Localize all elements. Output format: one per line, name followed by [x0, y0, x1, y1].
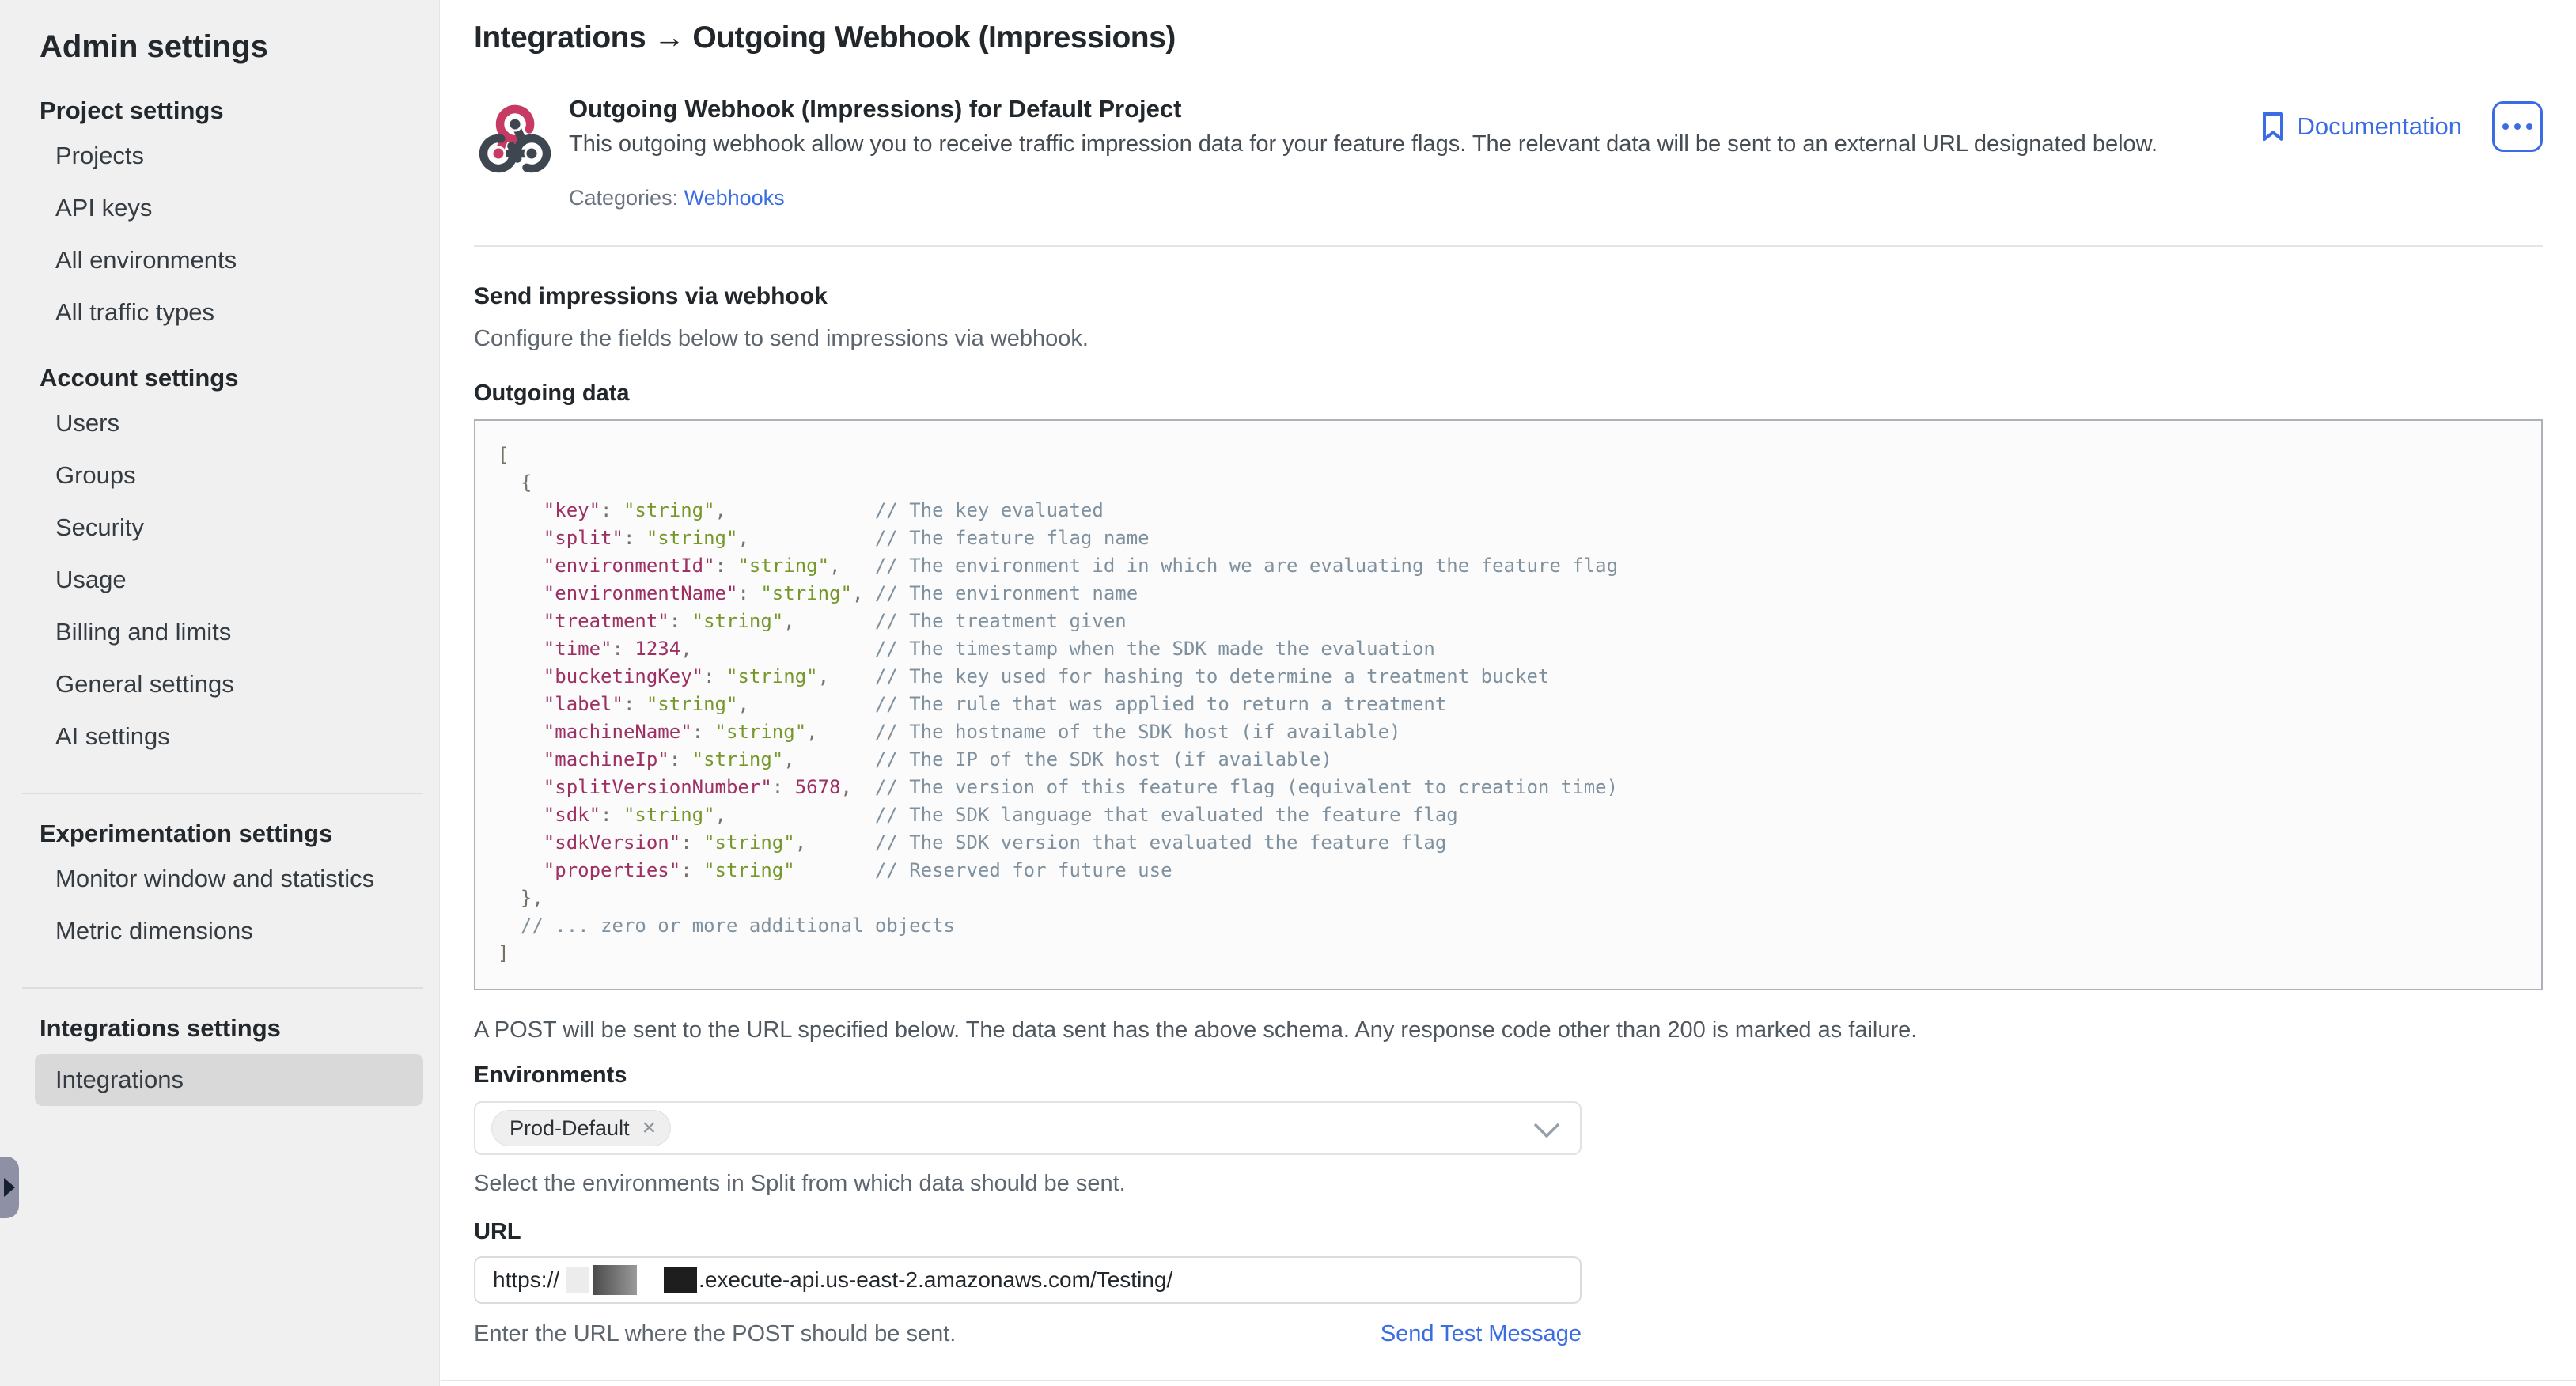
breadcrumb: Integrations → Outgoing Webhook (Impress…	[474, 21, 2543, 55]
environments-help: Select the environments in Split from wh…	[474, 1171, 2543, 1197]
url-suffix: .execute-api.us-east-2.amazonaws.com/Tes…	[699, 1267, 1172, 1293]
categories-webhooks-link[interactable]: Webhooks	[684, 186, 785, 210]
integration-info: Outgoing Webhook (Impressions) for Defau…	[569, 95, 2157, 210]
send-test-message-link[interactable]: Send Test Message	[1381, 1321, 1582, 1347]
main-content: Integrations → Outgoing Webhook (Impress…	[441, 0, 2576, 1386]
header-actions: Documentation	[2260, 101, 2543, 152]
url-redaction-block	[593, 1265, 637, 1295]
chevron-right-icon	[4, 1178, 15, 1197]
sidebar-collapse-handle[interactable]	[0, 1157, 19, 1218]
sidebar-item-projects[interactable]: Projects	[0, 130, 439, 182]
integration-header: Outgoing Webhook (Impressions) for Defau…	[474, 95, 2543, 210]
sidebar-item-usage[interactable]: Usage	[0, 554, 439, 606]
chevron-down-icon	[1532, 1122, 1561, 1139]
header-divider	[474, 245, 2543, 247]
code-schema: [ { "key": "string", // The key evaluate…	[498, 441, 2541, 968]
sidebar-item-general-settings[interactable]: General settings	[0, 658, 439, 710]
sidebar-title: Admin settings	[0, 22, 439, 71]
outgoing-data-label: Outgoing data	[474, 381, 2543, 407]
ellipsis-icon	[2502, 123, 2509, 130]
webhook-logo-icon	[474, 98, 556, 180]
section-subtitle: Configure the fields below to send impre…	[474, 326, 2543, 352]
url-label: URL	[474, 1219, 2543, 1245]
sidebar-sections: Project settingsProjectsAPI keysAll envi…	[0, 92, 439, 1106]
sidebar-item-ai-settings[interactable]: AI settings	[0, 710, 439, 763]
sidebar-divider	[22, 987, 423, 989]
more-options-button[interactable]	[2492, 101, 2543, 152]
documentation-link[interactable]: Documentation	[2260, 111, 2462, 142]
section-title: Send impressions via webhook	[474, 283, 2543, 310]
url-help: Enter the URL where the POST should be s…	[474, 1321, 956, 1347]
environments-select[interactable]: Prod-Default ×	[474, 1101, 1582, 1155]
sidebar-item-billing-and-limits[interactable]: Billing and limits	[0, 606, 439, 658]
url-input[interactable]: https:// .execute-api.us-east-2.amazonaw…	[474, 1256, 1582, 1304]
outgoing-data-schema: [ { "key": "string", // The key evaluate…	[474, 419, 2543, 990]
post-note: A POST will be sent to the URL specified…	[474, 1017, 2543, 1043]
chip-remove-icon[interactable]: ×	[642, 1116, 657, 1140]
sidebar-heading-experimentation-settings: Experimentation settings	[0, 815, 439, 853]
sidebar-item-security[interactable]: Security	[0, 502, 439, 554]
integration-title: Outgoing Webhook (Impressions) for Defau…	[569, 95, 2157, 123]
categories-label: Categories:	[569, 186, 678, 210]
url-redaction-block	[664, 1267, 697, 1293]
sidebar-item-metric-dimensions[interactable]: Metric dimensions	[0, 905, 439, 957]
sidebar-heading-integrations-settings: Integrations settings	[0, 1009, 439, 1047]
url-prefix: https://	[493, 1267, 559, 1293]
documentation-label: Documentation	[2297, 112, 2462, 141]
sidebar-divider	[22, 793, 423, 794]
url-redaction-block	[566, 1267, 589, 1293]
integration-categories: Categories: Webhooks	[569, 186, 2157, 210]
environments-label: Environments	[474, 1062, 2543, 1089]
sidebar-item-all-traffic-types[interactable]: All traffic types	[0, 286, 439, 339]
bottom-divider	[441, 1380, 2576, 1381]
sidebar-item-users[interactable]: Users	[0, 397, 439, 449]
environment-chip-label: Prod-Default	[510, 1116, 630, 1141]
environment-chip: Prod-Default ×	[491, 1110, 671, 1146]
bookmark-icon	[2260, 111, 2286, 142]
sidebar: Admin settings Project settingsProjectsA…	[0, 0, 440, 1386]
sidebar-item-monitor-window-and-statistics[interactable]: Monitor window and statistics	[0, 853, 439, 905]
url-footer-row: Enter the URL where the POST should be s…	[474, 1321, 1582, 1347]
integration-description: This outgoing webhook allow you to recei…	[569, 131, 2157, 157]
sidebar-heading-project-settings: Project settings	[0, 92, 439, 130]
sidebar-item-api-keys[interactable]: API keys	[0, 182, 439, 234]
sidebar-item-all-environments[interactable]: All environments	[0, 234, 439, 286]
sidebar-heading-account-settings: Account settings	[0, 359, 439, 397]
sidebar-item-integrations[interactable]: Integrations	[35, 1054, 423, 1106]
sidebar-item-groups[interactable]: Groups	[0, 449, 439, 502]
